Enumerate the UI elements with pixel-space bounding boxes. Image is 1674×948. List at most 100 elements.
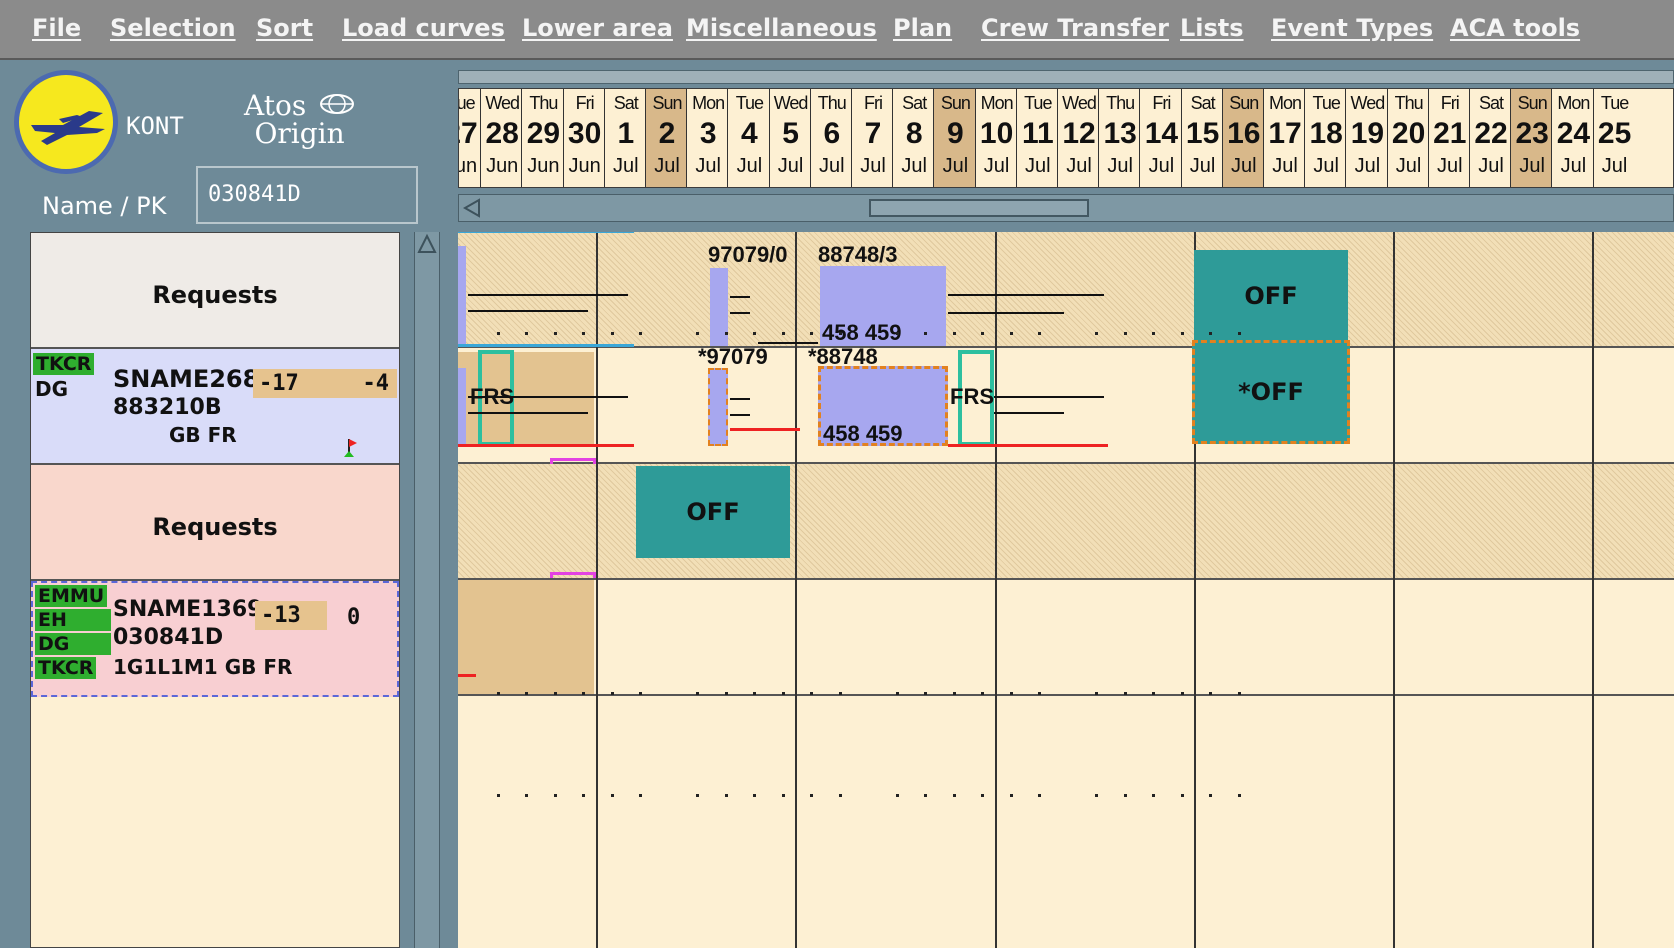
menu-miscellaneous[interactable]: Miscellaneous: [686, 14, 877, 42]
grid-dot: [1123, 794, 1127, 797]
date-cell[interactable]: Sat 22 Jul: [1469, 89, 1511, 187]
crew-row-1[interactable]: TKCR DG SNAME268 -17 -4 883210B GB FR: [31, 349, 399, 465]
duty-block[interactable]: [458, 368, 466, 446]
qual-tag: TKCR: [35, 657, 97, 679]
requests-row-1[interactable]: Requests: [31, 233, 399, 349]
grid-dot: [639, 794, 642, 797]
grid-dot: [781, 332, 785, 335]
menu-lower-area[interactable]: Lower area: [522, 14, 673, 42]
menu-event-types[interactable]: Event Types: [1271, 14, 1433, 42]
crew-row-2[interactable]: EMMU EH DG TKCR SNAME1369 -13 0 030841D …: [31, 581, 399, 697]
date-cell[interactable]: Fri 21 Jul: [1427, 89, 1470, 187]
month-name: Jun: [527, 155, 560, 177]
day-number: 5: [782, 117, 799, 150]
date-cell[interactable]: Mon 24 Jul: [1551, 89, 1593, 187]
horizontal-scrollbar[interactable]: [458, 194, 1674, 222]
qual-tag: EMMU: [35, 585, 108, 607]
date-cell[interactable]: Fri 7 Jul: [851, 89, 893, 187]
trip-label: 97079/0: [708, 242, 788, 267]
month-name: Jul: [1519, 155, 1545, 177]
crew-pk: 883210B: [113, 395, 222, 420]
kont-label: KONT: [126, 112, 184, 140]
menu-selection[interactable]: Selection: [110, 14, 236, 42]
menu-file[interactable]: File: [32, 14, 81, 42]
date-cell[interactable]: Tue 4 Jul: [727, 89, 769, 187]
day-name: Wed: [1062, 93, 1097, 113]
date-cell[interactable]: Sat 1 Jul: [603, 89, 646, 187]
day-name: Thu: [1394, 93, 1424, 113]
qual-tag: DG: [35, 633, 111, 655]
duty-block[interactable]: 458 459: [818, 366, 948, 446]
flight-numbers: 458 459: [823, 421, 903, 446]
grid-dot: [1038, 692, 1041, 695]
duty-block[interactable]: [708, 368, 728, 446]
date-cell[interactable]: Sun 16 Jul: [1221, 89, 1264, 187]
date-cell[interactable]: Mon 10 Jul: [974, 89, 1017, 187]
date-cell[interactable]: Sat 8 Jul: [892, 89, 934, 187]
crew-quals: GB FR: [169, 423, 237, 447]
day-number: 27: [459, 117, 478, 150]
date-cell[interactable]: Thu 6 Jul: [809, 89, 852, 187]
vertical-scrollbar[interactable]: [414, 232, 440, 948]
grid-dot: [1180, 692, 1184, 695]
grid-dot: [952, 794, 956, 797]
menu-plan[interactable]: Plan: [893, 14, 952, 42]
menu-lists[interactable]: Lists: [1180, 14, 1244, 42]
date-cell[interactable]: Sun 23 Jul: [1510, 89, 1553, 187]
duty-block[interactable]: [458, 246, 466, 346]
date-cell[interactable]: Thu 13 Jul: [1098, 89, 1140, 187]
scroll-up-icon[interactable]: [415, 232, 439, 256]
date-cell[interactable]: Wed 12 Jul: [1057, 89, 1099, 187]
date-cell[interactable]: Thu 29 Jun: [521, 89, 563, 187]
grid-dot: [582, 332, 585, 335]
grid-dot: [724, 332, 728, 335]
grid-dot: [1038, 794, 1041, 797]
month-name: Jul: [1107, 155, 1133, 177]
day-name: Sat: [1190, 93, 1216, 113]
menu-load-curves[interactable]: Load curves: [342, 14, 505, 42]
name-pk-input[interactable]: 030841D: [196, 166, 418, 224]
day-number: 23: [1515, 117, 1549, 150]
grid-dot: [1237, 794, 1241, 797]
requests-row-2[interactable]: Requests: [31, 465, 399, 581]
date-cell[interactable]: Tue 18 Jul: [1304, 89, 1346, 187]
date-cell[interactable]: Sun 2 Jul: [645, 89, 687, 187]
date-cell[interactable]: Fri 30 Jun: [562, 89, 605, 187]
request-marker: [550, 572, 596, 578]
week-line: [596, 232, 598, 948]
crew-name: SNAME268: [113, 365, 260, 393]
off-block[interactable]: *OFF: [1192, 340, 1350, 444]
day-name: Mon: [692, 93, 725, 113]
date-cell[interactable]: Thu 20 Jul: [1386, 89, 1429, 187]
date-cell[interactable]: Wed 28 Jun: [480, 89, 522, 187]
week-line: [795, 232, 797, 948]
off-block[interactable]: OFF: [636, 466, 790, 558]
grid-dot: [610, 332, 614, 335]
menu-aca-tools[interactable]: ACA tools: [1450, 14, 1580, 42]
date-cell[interactable]: Wed 19 Jul: [1345, 89, 1387, 187]
counter-1: -17: [259, 371, 299, 396]
date-cell[interactable]: Mon 3 Jul: [686, 89, 728, 187]
flight-numbers: 458 459: [822, 320, 902, 345]
date-cell[interactable]: Sat 15 Jul: [1180, 89, 1223, 187]
date-cell[interactable]: Tue 25 Jul: [1592, 89, 1635, 187]
month-name: Jul: [613, 155, 639, 177]
scroll-left-icon[interactable]: [461, 197, 483, 219]
month-name: Jul: [1231, 155, 1257, 177]
date-cell[interactable]: Tue 11 Jul: [1015, 89, 1058, 187]
day-number: 10: [979, 117, 1014, 150]
date-cell[interactable]: Tue 27 Jun: [459, 89, 481, 187]
date-cell[interactable]: Mon 17 Jul: [1263, 89, 1305, 187]
date-cell[interactable]: Wed 5 Jul: [768, 89, 811, 187]
duty-line: [458, 444, 634, 447]
day-name: Tue: [735, 93, 764, 113]
off-block[interactable]: OFF: [1194, 250, 1348, 342]
date-cell[interactable]: Sun 9 Jul: [933, 89, 976, 187]
scrollbar-thumb[interactable]: [869, 199, 1089, 217]
menu-sort[interactable]: Sort: [256, 14, 313, 42]
date-cell[interactable]: Fri 14 Jul: [1139, 89, 1181, 187]
day-number: 8: [905, 117, 923, 150]
grid-dot: [838, 692, 842, 695]
month-name: Jul: [983, 155, 1010, 177]
menu-crew-transfer[interactable]: Crew Transfer: [981, 14, 1169, 42]
